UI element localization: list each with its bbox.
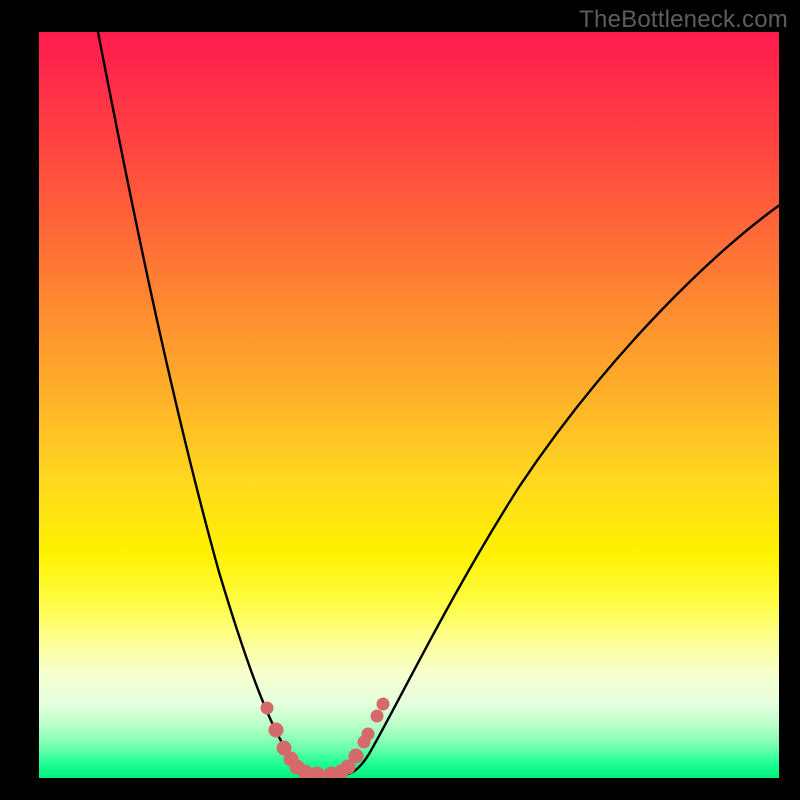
marker-dot [310, 767, 325, 779]
marker-dot [261, 702, 274, 715]
watermark-text: TheBottleneck.com [579, 6, 788, 34]
plot-area [39, 32, 779, 778]
marker-dot [349, 749, 364, 764]
outer-frame: TheBottleneck.com [0, 0, 800, 800]
chart-svg [39, 32, 779, 778]
marker-dot [371, 710, 384, 723]
marker-dot [362, 728, 375, 741]
marker-dot [269, 723, 284, 738]
marker-dot [377, 698, 390, 711]
bottleneck-curve [97, 32, 779, 775]
